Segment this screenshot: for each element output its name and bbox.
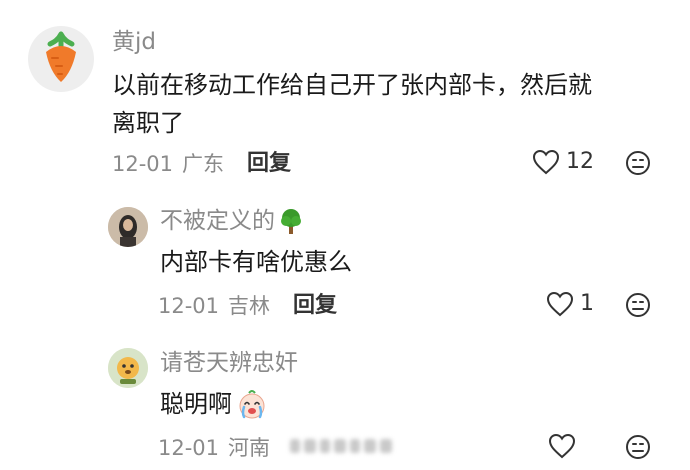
sad-face-icon [626,151,650,175]
like-button[interactable]: 12 [532,149,594,175]
comment-text-line2: 离职了 [112,109,184,137]
heart-outline-icon [548,433,576,459]
like-button[interactable] [548,433,582,459]
comment-username[interactable]: 黄jd [112,28,156,56]
reply-date: 12-01 [158,436,220,460]
dislike-button[interactable] [625,150,651,180]
like-button[interactable]: 1 [546,291,594,317]
reply-avatar-2[interactable] [108,348,148,388]
user-avatar-carrot[interactable] [28,26,94,92]
dislike-button[interactable] [625,434,651,464]
reply-text: 内部卡有啥优惠么 [160,248,352,276]
heart-outline-icon [546,291,574,317]
reply-username[interactable]: 不被定义的 [160,207,305,235]
like-count: 12 [566,149,594,174]
sad-face-icon [626,293,650,317]
sad-face-icon [626,435,650,459]
reply-location: 河南 [228,436,270,460]
reply-avatar-1[interactable] [108,207,148,247]
reply-text: 聪明啊 [160,385,269,423]
dislike-button[interactable] [625,292,651,322]
tree-emoji [281,209,301,234]
cartoon-dog-avatar [108,348,148,388]
heart-outline-icon [532,149,560,175]
reply-username[interactable]: 请苍天辨忠奸 [160,349,298,377]
blurred-redaction [290,435,402,457]
reply-date: 12-01 [158,294,220,318]
like-count: 1 [580,291,594,316]
comment-text-line1: 以前在移动工作给自己开了张内部卡，然后就 [112,71,592,99]
reply-button[interactable]: 回复 [247,151,291,177]
reply-location: 吉林 [228,294,270,318]
reply-button[interactable]: 回复 [293,293,337,319]
comment-date: 12-01 [112,152,174,176]
person-photo-avatar [108,207,148,247]
comment-location: 广东 [182,152,224,176]
crying-face-emoji [239,390,265,419]
carrot-icon [46,31,76,82]
